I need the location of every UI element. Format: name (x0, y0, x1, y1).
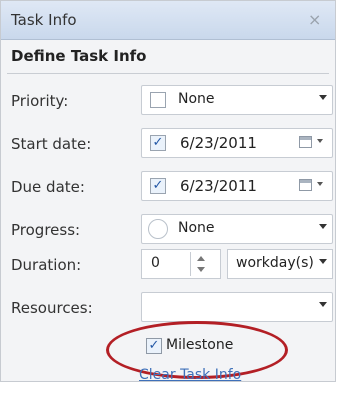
start-date-checkbox[interactable]: ✓ (150, 135, 166, 151)
priority-label: Priority: (11, 92, 69, 110)
duration-label: Duration: (11, 256, 82, 274)
panel-title: Task Info (11, 11, 77, 29)
chevron-down-icon[interactable] (319, 259, 327, 264)
start-date-field[interactable]: ✓ 6/23/2011 (141, 128, 333, 158)
due-date-checkbox[interactable]: ✓ (150, 178, 166, 194)
priority-checkbox-icon (150, 92, 166, 108)
section-title: Define Task Info (11, 47, 147, 65)
due-date-value: 6/23/2011 (180, 177, 257, 195)
chevron-down-icon[interactable] (317, 182, 323, 186)
progress-label: Progress: (11, 221, 81, 239)
duration-spinner[interactable] (190, 252, 211, 276)
progress-value: None (178, 220, 215, 236)
progress-dropdown[interactable]: None (141, 214, 333, 244)
spin-down-icon[interactable] (197, 267, 205, 272)
resources-dropdown[interactable] (141, 292, 333, 322)
duration-stepper[interactable]: 0 (141, 249, 221, 279)
chevron-down-icon[interactable] (317, 139, 323, 143)
due-date-field[interactable]: ✓ 6/23/2011 (141, 171, 333, 201)
clear-task-info-link[interactable]: Clear Task Info (139, 367, 241, 383)
calendar-icon[interactable] (299, 136, 312, 148)
progress-circle-icon (148, 219, 168, 239)
calendar-icon[interactable] (299, 179, 312, 191)
due-date-label: Due date: (11, 178, 85, 196)
close-icon[interactable]: × (308, 10, 321, 29)
bottom-cutoff (0, 382, 344, 404)
resources-label: Resources: (11, 299, 93, 317)
priority-dropdown[interactable]: None (141, 85, 333, 115)
start-date-value: 6/23/2011 (180, 134, 257, 152)
chevron-down-icon[interactable] (319, 224, 327, 229)
duration-value[interactable]: 0 (151, 255, 160, 271)
chevron-down-icon[interactable] (319, 95, 327, 100)
duration-unit-value: workday(s) (236, 255, 314, 271)
priority-value: None (178, 91, 215, 107)
chevron-down-icon[interactable] (319, 302, 327, 307)
section-divider (7, 73, 329, 74)
duration-unit-select[interactable]: workday(s) (227, 249, 333, 279)
spin-up-icon[interactable] (197, 256, 205, 261)
panel-titlebar: Task Info × (1, 1, 335, 40)
task-info-panel: Task Info × Define Task Info Priority: N… (0, 0, 336, 383)
start-date-label: Start date: (11, 135, 92, 153)
